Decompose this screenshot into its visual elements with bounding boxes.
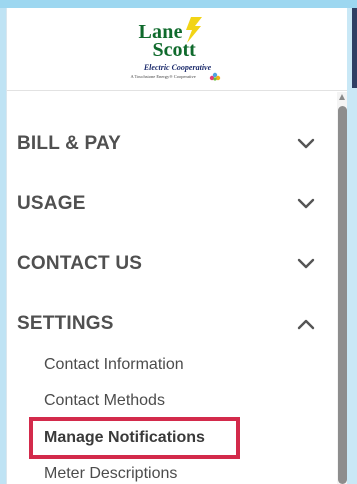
chevron-up-icon: [297, 319, 315, 330]
logo-mark: Lane Scott Electric Cooperative A Touchs…: [129, 15, 220, 83]
menu-label-usage: USAGE: [17, 193, 86, 214]
chevron-down-icon: [297, 198, 315, 209]
top-strip: [0, 0, 357, 8]
menu-item-bill-pay[interactable]: BILL & PAY: [7, 124, 333, 164]
logo[interactable]: Lane Scott Electric Cooperative A Touchs…: [7, 8, 348, 90]
submenu-manage-notifications[interactable]: Manage Notifications: [44, 429, 205, 447]
navigation-panel: Lane Scott Electric Cooperative A Touchs…: [6, 8, 348, 484]
right-edge-background: [347, 8, 357, 484]
submenu-contact-information[interactable]: Contact Information: [44, 356, 184, 374]
menu-item-usage[interactable]: USAGE: [7, 184, 333, 224]
menu-item-contact-us[interactable]: CONTACT US: [7, 244, 333, 284]
menu-item-settings[interactable]: SETTINGS: [7, 304, 333, 344]
header-divider: [7, 90, 348, 91]
logo-text-scott: Scott: [152, 39, 196, 61]
submenu-meter-descriptions[interactable]: Meter Descriptions: [44, 465, 177, 483]
scroll-up-arrow-icon[interactable]: [339, 94, 345, 100]
menu-label-contact-us: CONTACT US: [17, 253, 143, 274]
chevron-down-icon: [297, 138, 315, 149]
scrollbar-thumb[interactable]: [338, 106, 347, 484]
menu-label-settings: SETTINGS: [17, 313, 114, 334]
submenu-contact-methods[interactable]: Contact Methods: [44, 392, 165, 410]
logo-subtitle: Electric Cooperative: [143, 63, 212, 72]
dark-edge-bar: [352, 8, 357, 88]
chevron-down-icon: [297, 258, 315, 269]
menu-label-bill-pay: BILL & PAY: [17, 133, 122, 154]
touchstone-flower-icon: [209, 72, 220, 81]
